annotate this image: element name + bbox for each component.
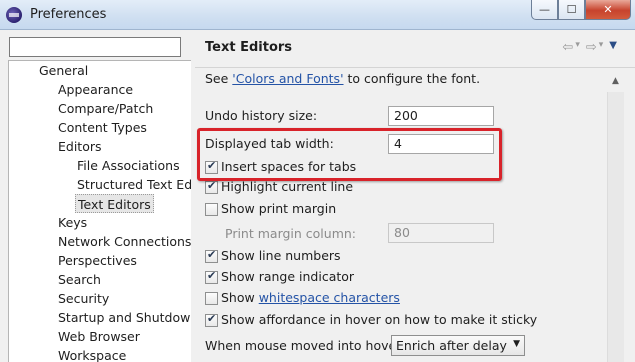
show-whitespace-checkbox[interactable] xyxy=(205,292,218,305)
tree-item-file-associations[interactable]: File Associations xyxy=(77,156,180,175)
tree-item-startup-shutdown[interactable]: Startup and Shutdowr xyxy=(58,308,191,327)
font-note-suffix: to configure the font. xyxy=(343,71,481,86)
text-editors-settings: See 'Colors and Fonts' to configure the … xyxy=(195,68,605,362)
minimize-button[interactable]: — xyxy=(531,0,558,20)
font-note: See 'Colors and Fonts' to configure the … xyxy=(205,71,480,86)
preference-tree[interactable]: General Appearance Compare/Patch Content… xyxy=(8,60,191,362)
page-header: Text Editors ⇦ ▾ ⇨ ▾ ▼ xyxy=(195,34,635,68)
window-controls: — ☐ ✕ xyxy=(531,0,631,20)
scroll-up-icon[interactable]: ▲ xyxy=(607,72,624,89)
close-button[interactable]: ✕ xyxy=(585,0,631,20)
tree-item-structured-text-editors[interactable]: Structured Text Ed xyxy=(77,175,191,194)
print-margin-column-input[interactable]: 80 xyxy=(388,223,494,243)
back-arrow-icon[interactable]: ⇦ xyxy=(562,40,573,55)
colors-and-fonts-link[interactable]: 'Colors and Fonts' xyxy=(232,71,343,86)
tree-item-editors[interactable]: Editors xyxy=(58,137,102,156)
show-line-numbers-label[interactable]: Show line numbers xyxy=(221,248,341,263)
maximize-button[interactable]: ☐ xyxy=(558,0,585,20)
forward-arrow-icon[interactable]: ⇨ xyxy=(586,40,597,55)
window-title: Preferences xyxy=(30,7,107,22)
show-whitespace-prefix[interactable]: Show xyxy=(221,290,259,305)
hover-behavior-select[interactable]: Enrich after delay ▼ xyxy=(391,335,525,356)
hover-behavior-value: Enrich after delay xyxy=(396,338,507,353)
tree-item-security[interactable]: Security xyxy=(58,289,109,308)
tree-item-general[interactable]: General xyxy=(39,61,88,80)
show-print-margin-label[interactable]: Show print margin xyxy=(221,201,336,216)
whitespace-characters-link[interactable]: whitespace characters xyxy=(259,290,400,305)
font-note-prefix: See xyxy=(205,71,233,86)
show-print-margin-checkbox[interactable] xyxy=(205,203,218,216)
show-affordance-checkbox[interactable] xyxy=(205,312,218,327)
page-navigation: ⇦ ▾ ⇨ ▾ ▼ xyxy=(562,40,617,55)
tree-item-search[interactable]: Search xyxy=(58,270,101,289)
title-bar[interactable]: Preferences — ☐ ✕ xyxy=(0,0,635,30)
tree-item-compare-patch[interactable]: Compare/Patch xyxy=(58,99,153,118)
show-line-numbers-checkbox[interactable] xyxy=(205,248,218,263)
back-dropdown-icon[interactable]: ▾ xyxy=(575,40,580,55)
highlight-line-checkbox[interactable] xyxy=(205,179,218,194)
preferences-window: Preferences — ☐ ✕ General Appearance Com… xyxy=(0,0,635,362)
undo-history-label: Undo history size: xyxy=(205,108,318,123)
tree-item-web-browser[interactable]: Web Browser xyxy=(58,327,140,346)
tree-item-text-editors[interactable]: Text Editors xyxy=(75,194,154,213)
scroll-track[interactable] xyxy=(607,92,624,362)
show-whitespace-row: Show whitespace characters xyxy=(221,290,400,305)
hover-behavior-label: When mouse moved into hover: xyxy=(205,338,406,353)
show-range-indicator-checkbox[interactable] xyxy=(205,269,218,284)
tree-item-workspace[interactable]: Workspace xyxy=(58,346,126,362)
tree-item-network-connections[interactable]: Network Connections xyxy=(58,232,191,251)
annotation-highlight xyxy=(197,128,502,181)
highlight-line-label[interactable]: Highlight current line xyxy=(221,179,353,194)
filter-input[interactable] xyxy=(9,37,181,57)
page-title: Text Editors xyxy=(205,40,293,55)
undo-history-input[interactable]: 200 xyxy=(388,106,494,126)
show-range-indicator-label[interactable]: Show range indicator xyxy=(221,269,354,284)
tree-item-appearance[interactable]: Appearance xyxy=(58,80,133,99)
tree-item-keys[interactable]: Keys xyxy=(58,213,87,232)
eclipse-icon xyxy=(6,7,22,23)
view-menu-icon[interactable]: ▼ xyxy=(609,40,617,55)
tree-item-perspectives[interactable]: Perspectives xyxy=(58,251,137,270)
tree-item-content-types[interactable]: Content Types xyxy=(58,118,147,137)
forward-dropdown-icon[interactable]: ▾ xyxy=(599,40,604,55)
print-margin-column-label: Print margin column: xyxy=(225,226,357,241)
chevron-down-icon: ▼ xyxy=(513,339,520,349)
show-affordance-label[interactable]: Show affordance in hover on how to make … xyxy=(221,312,537,327)
